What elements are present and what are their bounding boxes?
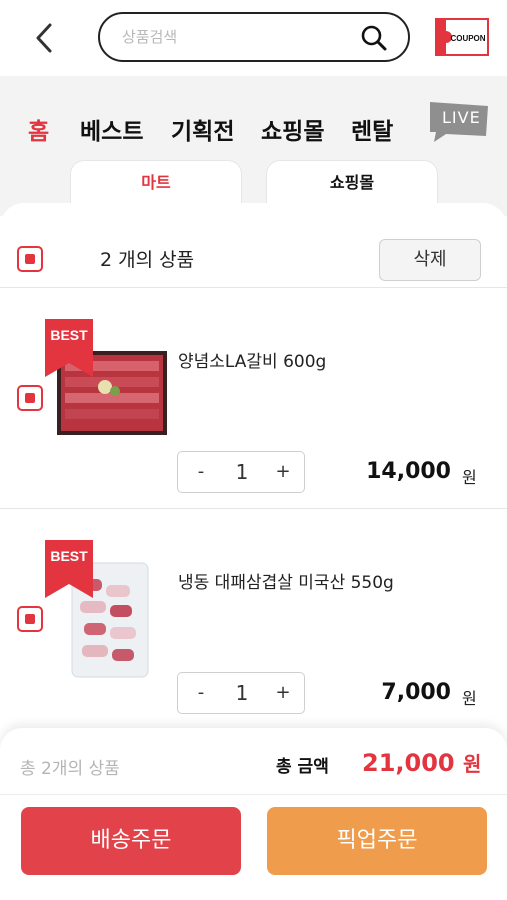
nav-item-rental[interactable]: 렌탈 — [351, 112, 393, 146]
tab-shoppingmall[interactable]: 쇼핑몰 — [266, 160, 438, 206]
cart-count: 2 개의 상품 — [100, 249, 195, 271]
quantity-plus-button[interactable]: + — [266, 452, 300, 492]
top-bar: COUPON — [0, 0, 507, 76]
total-amount-number: 21,000 — [362, 749, 455, 777]
cart-item: BEST 냉동 대패삼겹살 미국산 550g - 1 + 7,000 원 — [0, 509, 507, 729]
nav-item-shoppingmall[interactable]: 쇼핑몰 — [261, 112, 324, 146]
product-name[interactable]: 냉동 대패삼겹살 미국산 550g — [178, 568, 394, 593]
coupon-icon[interactable]: COUPON — [432, 17, 490, 57]
item-checkbox[interactable] — [17, 606, 43, 632]
pickup-order-button[interactable]: 픽업주문 — [267, 807, 487, 875]
divider — [0, 794, 507, 795]
nav-item-special[interactable]: 기획전 — [171, 112, 234, 146]
price-unit: 원 — [462, 468, 477, 487]
quantity-stepper: - 1 + — [177, 451, 305, 493]
quantity-minus-button[interactable]: - — [184, 452, 218, 492]
product-name[interactable]: 양념소LA갈비 600g — [178, 347, 326, 372]
search-input[interactable] — [122, 24, 342, 50]
best-badge: BEST — [45, 319, 93, 377]
select-all-checkbox[interactable] — [17, 246, 43, 272]
total-amount-value: 21,000 원 — [362, 748, 481, 777]
delete-button[interactable]: 삭제 — [379, 239, 481, 281]
best-badge-label: BEST — [50, 548, 88, 564]
live-label: LIVE — [442, 108, 481, 127]
search-box[interactable] — [98, 12, 410, 62]
coupon-label: COUPON — [450, 34, 485, 43]
item-price: 14,000 — [366, 459, 451, 484]
order-summary: 총 2개의 상품 총 금액 21,000 원 배송주문 픽업주문 — [0, 728, 507, 900]
quantity-value: 1 — [235, 681, 249, 705]
total-items-count: 총 2개의 상품 — [20, 759, 120, 779]
best-badge-label: BEST — [50, 327, 88, 343]
quantity-stepper: - 1 + — [177, 672, 305, 714]
item-price: 7,000 — [381, 680, 451, 705]
live-button[interactable]: LIVE — [428, 100, 490, 144]
category-nav: 홈 베스트 기획전 쇼핑몰 렌탈 LIVE 마트 쇼핑몰 — [0, 76, 507, 216]
back-arrow-icon[interactable] — [30, 20, 60, 56]
tab-mart[interactable]: 마트 — [70, 160, 242, 206]
nav-item-best[interactable]: 베스트 — [80, 112, 143, 146]
quantity-plus-button[interactable]: + — [266, 673, 300, 713]
total-amount-unit: 원 — [462, 752, 482, 776]
quantity-minus-button[interactable]: - — [184, 673, 218, 713]
delivery-order-button[interactable]: 배송주문 — [21, 807, 241, 875]
best-badge: BEST — [45, 540, 93, 598]
quantity-value: 1 — [235, 460, 249, 484]
item-checkbox[interactable] — [17, 385, 43, 411]
cart-item: BEST 양념소LA갈비 600g - 1 + 14,000 원 — [0, 288, 507, 508]
cart-panel: 2 개의 상품 삭제 BEST 양념소LA갈비 600g - 1 + 14,00… — [0, 203, 507, 743]
total-amount-label: 총 금액 — [276, 757, 329, 777]
search-icon[interactable] — [360, 24, 388, 52]
price-unit: 원 — [462, 689, 477, 708]
nav-item-home[interactable]: 홈 — [28, 112, 49, 146]
